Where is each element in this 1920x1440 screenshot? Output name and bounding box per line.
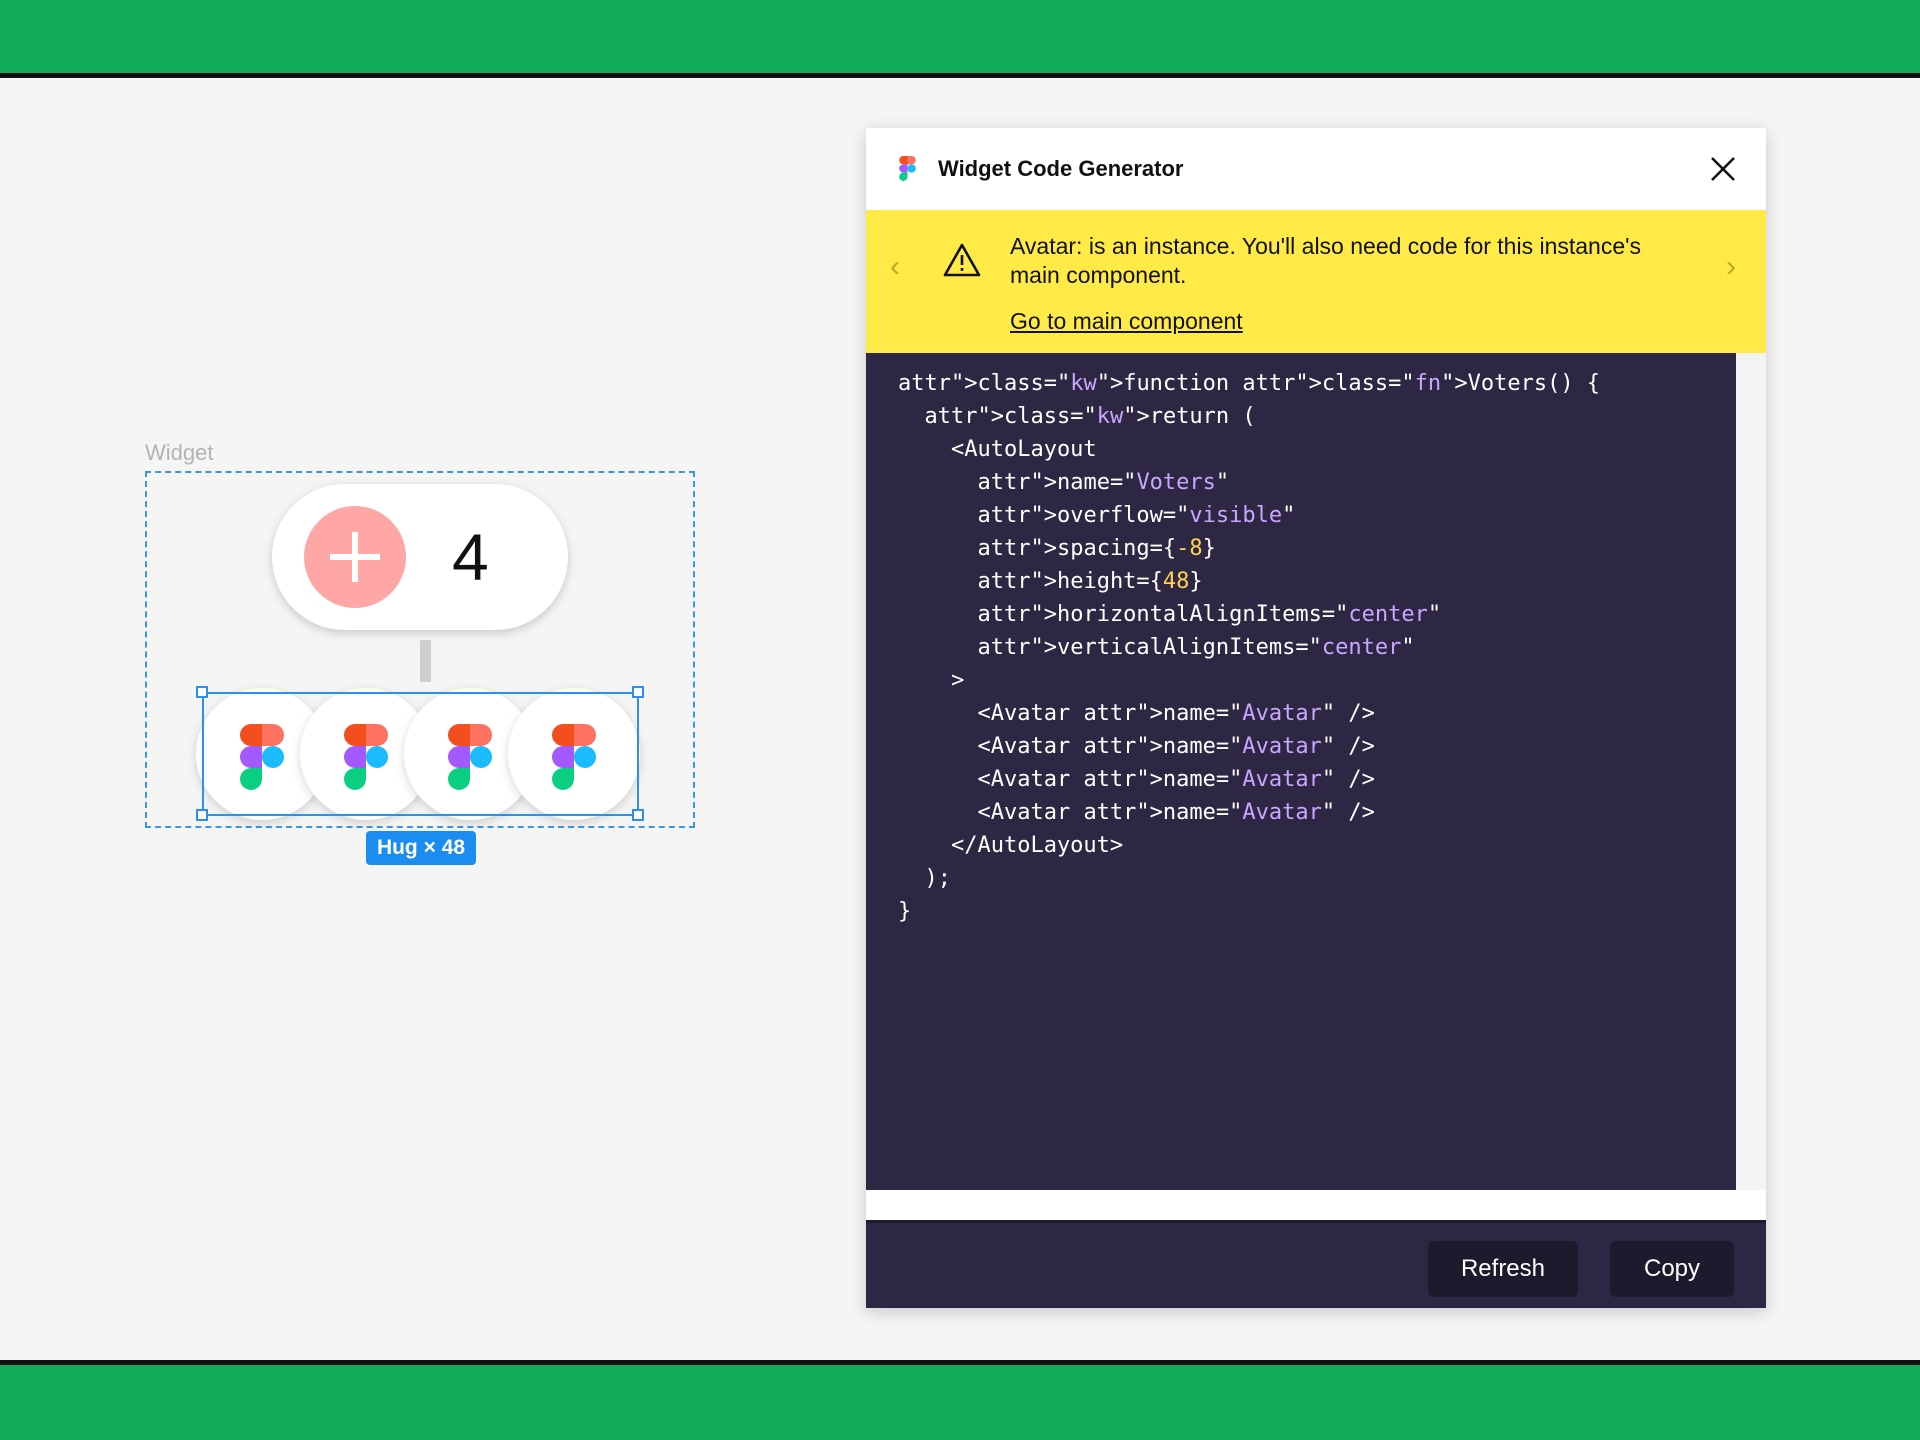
code-line: > <box>950 668 965 693</box>
refresh-button[interactable]: Refresh <box>1428 1241 1578 1297</box>
code-panel[interactable]: attr">class="kw">function attr">class="f… <box>866 353 1736 1190</box>
close-button[interactable] <box>1706 152 1740 186</box>
code-line: attr">name="Voters" <box>977 470 1230 495</box>
copy-button[interactable]: Copy <box>1610 1241 1734 1297</box>
top-band <box>0 0 1920 78</box>
connector-line <box>420 640 431 682</box>
close-icon <box>1711 157 1735 181</box>
bottom-band <box>0 1360 1920 1440</box>
code-line: <Avatar attr">name="Avatar" /> <box>898 701 1375 726</box>
chevron-right-icon[interactable]: › <box>1726 250 1736 284</box>
generated-code[interactable]: attr">class="kw">function attr">class="f… <box>898 367 1600 928</box>
code-line: </AutoLayout> <box>950 833 1124 858</box>
resize-handle-top-right[interactable] <box>632 686 644 698</box>
chevron-left-icon[interactable]: ‹ <box>890 250 900 284</box>
code-line: attr">verticalAlignItems="center" <box>977 635 1415 660</box>
code-line: attr">class="kw">function attr">class="f… <box>898 371 1601 396</box>
dialog-title: Widget Code Generator <box>938 156 1184 181</box>
plus-icon <box>330 532 380 582</box>
selection-box[interactable] <box>202 692 639 816</box>
vote-count: 4 <box>452 520 489 594</box>
code-scrollbar[interactable] <box>1736 353 1766 1190</box>
resize-handle-bottom-left[interactable] <box>196 809 208 821</box>
dialog-footer: Refresh Copy <box>866 1220 1766 1308</box>
code-line: <Avatar attr">name="Avatar" /> <box>898 767 1375 792</box>
code-line: attr">spacing={-8} <box>977 536 1216 561</box>
figma-logo-icon <box>899 156 916 181</box>
frame-label: Widget <box>145 440 214 465</box>
go-to-main-component-link[interactable]: Go to main component <box>1010 308 1243 335</box>
dialog-header: Widget Code Generator <box>866 128 1766 210</box>
resize-handle-bottom-right[interactable] <box>632 809 644 821</box>
resize-handle-top-left[interactable] <box>196 686 208 698</box>
add-vote-button[interactable] <box>304 506 406 608</box>
code-line: attr">class="kw">return ( <box>924 404 1256 429</box>
code-line: <Avatar attr">name="Avatar" /> <box>898 800 1375 825</box>
code-line: attr">height={48} <box>977 569 1203 594</box>
code-line: <AutoLayout <box>950 437 1097 462</box>
code-line: <Avatar attr">name="Avatar" /> <box>898 734 1375 759</box>
warning-message: Avatar: is an instance. You'll also need… <box>1010 233 1642 288</box>
code-line: attr">horizontalAlignItems="center" <box>977 602 1442 627</box>
warning-icon <box>943 243 981 277</box>
vote-counter-pill: 4 <box>272 484 568 630</box>
widget-code-generator-dialog: Widget Code Generator ‹ Avatar: is an in… <box>866 128 1766 1308</box>
code-line: ); <box>924 866 951 891</box>
selection-size-badge: Hug × 48 <box>366 831 476 865</box>
code-line: } <box>898 899 912 924</box>
code-line: attr">overflow="visible" <box>977 503 1296 528</box>
instance-warning-banner: ‹ Avatar: is an instance. You'll also ne… <box>866 210 1766 353</box>
